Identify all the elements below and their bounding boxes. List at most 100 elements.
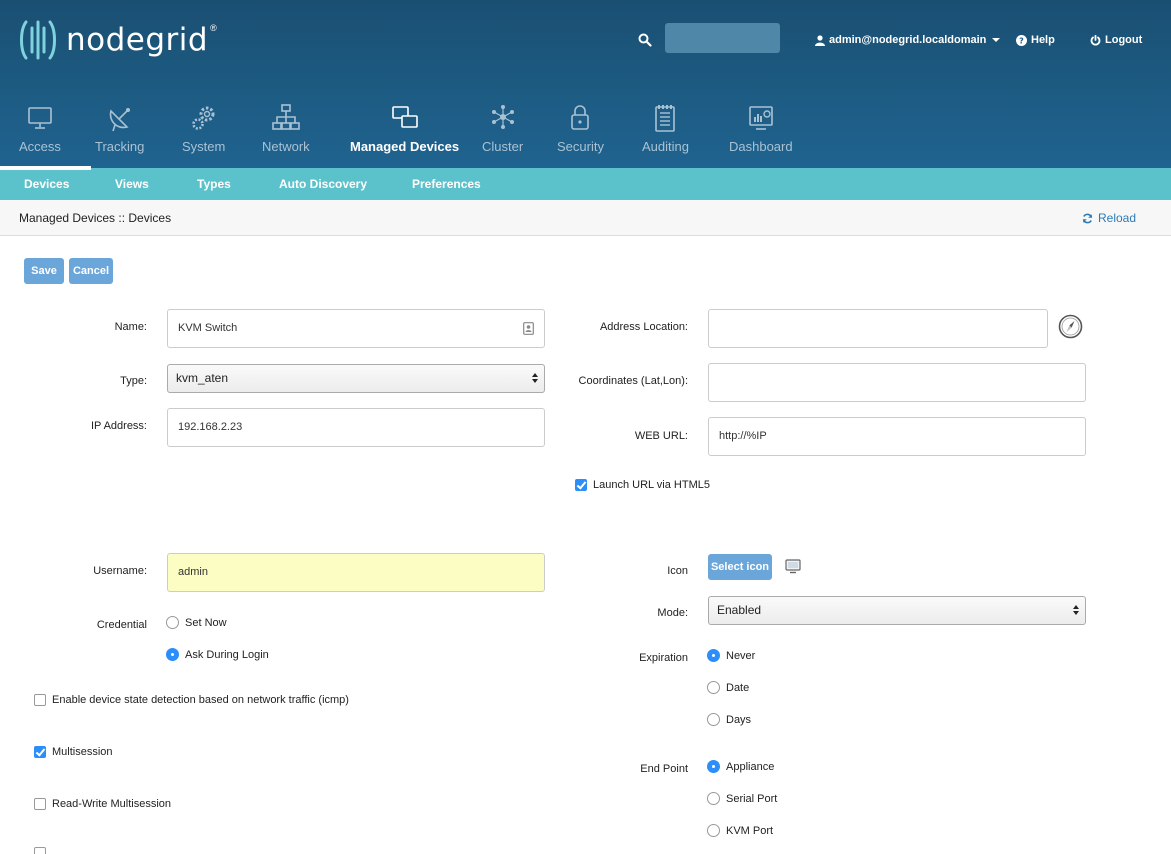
nodegrid-logo[interactable]: nodegrid ® [18,18,217,62]
search-input[interactable] [665,23,780,53]
nav-network[interactable]: Network [262,103,310,154]
icmp-detection-checkbox[interactable]: Enable device state detection based on n… [34,694,349,706]
satellite-dish-icon [109,108,130,132]
radio-label: Serial Port [726,792,778,805]
nav-label: System [182,139,226,154]
network-icon [272,104,300,130]
search-icon[interactable] [638,33,652,47]
user-name: admin@nodegrid.localdomain [829,34,987,46]
checkbox[interactable] [34,798,46,810]
radio-label: Date [726,681,750,694]
nav-cluster[interactable]: Cluster [482,103,523,154]
expiration-date-radio[interactable]: Date [707,681,749,694]
radio-button[interactable] [166,616,179,629]
radio-button[interactable] [707,649,720,662]
expiration-never-radio[interactable]: Never [707,649,755,662]
chevron-down-icon [992,38,1001,42]
question-icon: ? [1016,34,1027,46]
launch-html5-checkbox[interactable]: Launch URL via HTML5 [575,479,710,491]
rw-multisession-checkbox[interactable]: Read-Write Multisession [34,798,171,810]
logout-label: Logout [1105,34,1143,46]
checkbox[interactable] [34,694,46,706]
web-url-value: http://%IP [719,430,767,442]
breadcrumb: Managed Devices :: Devices [19,211,172,225]
contact-card-icon[interactable] [523,322,534,335]
checkbox[interactable] [34,847,46,854]
ip-address-input[interactable]: 192.168.2.23 [167,408,545,447]
nav-label: Security [557,139,604,154]
radio-label: Never [726,649,756,662]
checkbox[interactable] [575,479,587,491]
type-select[interactable]: kvm_aten [167,364,545,393]
user-menu[interactable]: admin@nodegrid.localdomain [815,34,1001,46]
subnav-devices[interactable]: Devices [24,177,69,191]
username-label: Username: [93,565,147,577]
nav-dashboard[interactable]: Dashboard [729,103,793,154]
name-value: KVM Switch [178,322,238,334]
logout-link[interactable]: Logout [1090,34,1142,46]
app-header: nodegrid ® admin@nodegrid.localdomain ? … [0,0,1171,168]
power-icon [1090,34,1101,46]
lock-icon [571,105,590,130]
monitor-preview-icon [785,559,801,574]
logo-registered: ® [210,23,217,33]
ip-address-value: 192.168.2.23 [178,421,243,433]
mode-select[interactable]: Enabled [708,596,1086,625]
ip-address-label: IP Address: [90,420,147,432]
radio-button[interactable] [707,713,720,726]
reload-button[interactable]: Reload [1082,211,1136,225]
web-url-input[interactable]: http://%IP [708,417,1086,456]
endpoint-appliance-radio[interactable]: Appliance [707,760,774,773]
checkbox-label: Multisession [52,746,113,758]
radio-button[interactable] [707,681,720,694]
expiration-days-radio[interactable]: Days [707,713,751,726]
user-icon [815,34,825,46]
subnav-types[interactable]: Types [197,177,231,191]
address-location-input[interactable] [708,309,1048,348]
save-button[interactable]: Save [24,258,64,284]
credential-set-now-radio[interactable]: Set Now [166,616,227,629]
radio-button[interactable] [707,824,720,837]
subnav-preferences[interactable]: Preferences [412,177,481,191]
type-label: Type: [120,375,147,387]
nodegrid-logo-icon [20,20,56,60]
checkbox[interactable] [34,746,46,758]
monitor-icon [28,107,52,129]
logo-text: nodegrid [66,22,209,58]
name-label: Name: [114,321,147,333]
username-input[interactable]: admin [167,553,545,592]
svg-text:?: ? [1019,36,1024,45]
select-icon-button[interactable]: Select icon [708,554,772,580]
refresh-icon [1082,213,1093,223]
nav-auditing[interactable]: Auditing [642,103,689,154]
multisession-checkbox[interactable]: Multisession [34,746,113,758]
partial-checkbox[interactable] [34,847,46,854]
nav-system[interactable]: System [182,103,225,154]
nav-security[interactable]: Security [557,103,604,154]
compass-icon[interactable] [1058,314,1083,339]
endpoint-serial-radio[interactable]: Serial Port [707,792,777,805]
endpoint-kvm-radio[interactable]: KVM Port [707,824,773,837]
radio-label: Days [726,713,752,726]
radio-button[interactable] [707,760,720,773]
clipboard-icon [655,105,676,132]
radio-button[interactable] [707,792,720,805]
credential-ask-radio[interactable]: Ask During Login [166,648,269,661]
subnav-auto-discovery[interactable]: Auto Discovery [279,177,367,191]
nav-tracking[interactable]: Tracking [95,103,144,154]
checkbox-label: Launch URL via HTML5 [593,479,710,491]
mode-value: Enabled [717,603,762,617]
nav-label: Cluster [482,139,524,154]
subnav-views[interactable]: Views [115,177,149,191]
nav-managed-devices[interactable]: Managed Devices [350,103,459,154]
nav-access[interactable]: Access [19,103,61,154]
cluster-icon [491,105,514,129]
cancel-button[interactable]: Cancel [69,258,113,284]
coordinates-input[interactable] [708,363,1086,402]
name-input[interactable]: KVM Switch [167,309,545,348]
radio-label: Ask During Login [185,648,269,661]
help-link[interactable]: ? Help [1016,34,1055,46]
radio-label: Set Now [185,616,227,629]
radio-button[interactable] [166,648,179,661]
radio-label: Appliance [726,760,775,773]
